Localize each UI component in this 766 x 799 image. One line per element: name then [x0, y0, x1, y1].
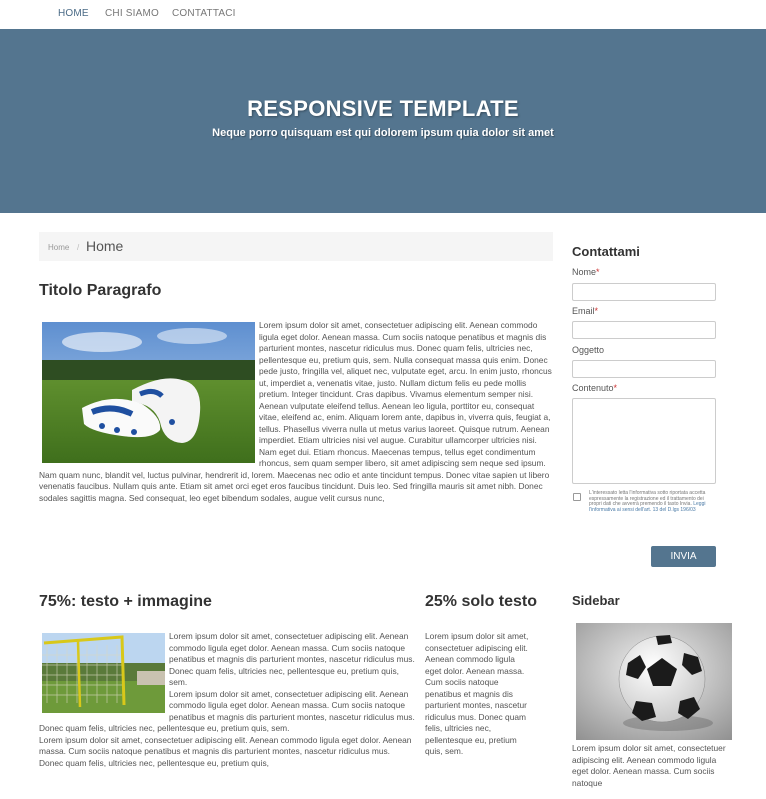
nav-item-about[interactable]: CHI SIAMO	[105, 8, 159, 19]
privacy-notice: L'interessato letta l'informativa sotto …	[589, 490, 717, 514]
section-body: Lorem ipsum dolor sit amet, consectetuer…	[39, 320, 553, 504]
breadcrumb-home-link[interactable]: Home	[48, 243, 69, 252]
contact-title: Contattami	[572, 244, 640, 259]
email-field[interactable]	[572, 321, 716, 339]
breadcrumb: Home / Home	[39, 232, 553, 261]
section-25-body: Lorem ipsum dolor sit amet, consectetuer…	[425, 631, 529, 758]
breadcrumb-current: Home	[86, 238, 124, 254]
section-75-title: 75%: testo + immagine	[39, 593, 212, 610]
sidebar-paragraph: Lorem ipsum dolor sit amet, consectetuer…	[572, 743, 726, 788]
name-label: Nome*	[572, 267, 600, 277]
hero-subtitle: Neque porro quisquam est qui dolorem ips…	[212, 127, 554, 139]
nav-item-home[interactable]: HOME	[58, 8, 89, 19]
top-navbar: HOME CHI SIAMO CONTATTACI	[0, 0, 766, 29]
section-25-paragraph: Lorem ipsum dolor sit amet, consectetuer…	[425, 631, 529, 756]
soccer-goal-image	[42, 633, 165, 713]
privacy-checkbox[interactable]	[573, 493, 581, 501]
content-label: Contenuto*	[572, 383, 618, 393]
hero-title: RESPONSIVE TEMPLATE	[247, 96, 519, 121]
section-25-title: 25% solo testo	[425, 593, 538, 610]
privacy-text: L'interessato letta l'informativa sotto …	[589, 490, 706, 508]
sidebar-title: Sidebar	[572, 593, 620, 608]
name-field[interactable]	[572, 283, 716, 301]
content-textarea[interactable]	[572, 398, 716, 484]
nav-item-contact[interactable]: CONTATTACI	[172, 8, 236, 19]
section-75-body: Lorem ipsum dolor sit amet, consectetuer…	[39, 631, 415, 769]
subject-label: Oggetto	[572, 345, 605, 355]
section-75-paragraph-3: Lorem ipsum dolor sit amet, consectetuer…	[39, 734, 412, 768]
section-title: Titolo Paragrafo	[39, 282, 162, 299]
soccer-ball-image	[576, 623, 732, 740]
email-label: Email*	[572, 306, 599, 316]
submit-button[interactable]: INVIA	[651, 546, 716, 567]
breadcrumb-separator: /	[77, 243, 80, 252]
subject-field[interactable]	[572, 360, 716, 378]
sidebar-body: Lorem ipsum dolor sit amet, consectetuer…	[572, 743, 734, 789]
hero-banner: RESPONSIVE TEMPLATE Neque porro quisquam…	[0, 29, 766, 213]
football-boots-image	[42, 322, 255, 463]
